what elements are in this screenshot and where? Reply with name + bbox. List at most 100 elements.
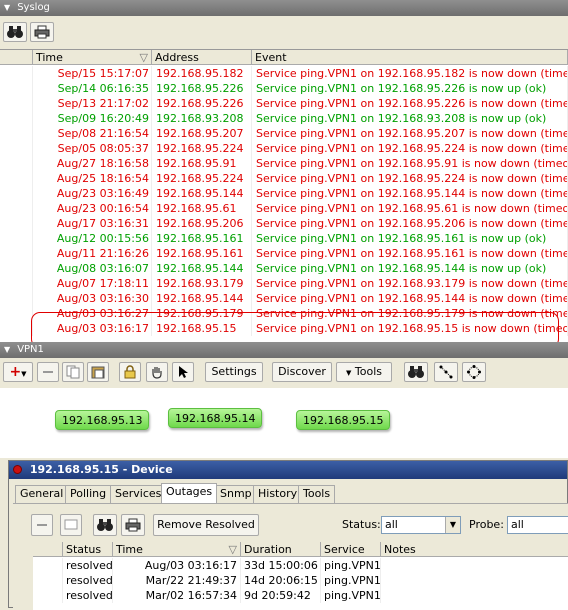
device-node[interactable]: 192.168.95.15	[296, 410, 391, 430]
tab-history[interactable]: History	[253, 485, 303, 503]
column-header-service[interactable]: Service	[321, 542, 381, 557]
address-cell: 192.168.95.206	[152, 216, 252, 231]
time-cell: Aug/17 03:16:31	[33, 216, 152, 231]
table-row[interactable]: Sep/13 21:17:02 192.168.95.226 Service pin…	[0, 96, 568, 111]
table-row[interactable]: resolved Mar/02 16:57:34 9d 20:59:42 ping.V…	[33, 588, 568, 603]
probe-filter-select[interactable]: all	[507, 516, 568, 534]
address-cell: 192.168.95.182	[152, 66, 252, 81]
row-marker	[0, 141, 33, 156]
address-cell: 192.168.95.91	[152, 156, 252, 171]
column-header-time[interactable]: Time ▽	[33, 50, 152, 65]
tab-general[interactable]: General	[15, 485, 69, 503]
settings-button[interactable]: Settings	[205, 362, 263, 382]
print-button[interactable]	[121, 514, 145, 536]
copy-button[interactable]	[62, 362, 84, 382]
tab-polling[interactable]: Polling	[65, 485, 112, 503]
outages-table: Status Time ▽ Duration Service Notes reso…	[33, 542, 568, 610]
discover-button[interactable]: Discover	[272, 362, 332, 382]
table-row[interactable]: Aug/12 00:15:56 192.168.95.161 Service pin…	[0, 231, 568, 246]
vpn-pane-header[interactable]: ▼ VPN1	[0, 342, 568, 358]
table-row[interactable]: Aug/23 00:16:54 192.168.95.61 Service ping…	[0, 201, 568, 216]
collapse-triangle-icon[interactable]: ▼	[4, 0, 14, 16]
service-cell: ping.VPN1	[321, 573, 381, 588]
tab-services[interactable]: Services	[110, 485, 167, 503]
table-row[interactable]: Aug/03 03:16:30 192.168.95.144 Service pin…	[0, 291, 568, 306]
syslog-table-header: Time ▽ Address Event	[0, 50, 568, 65]
paste-button[interactable]	[87, 362, 109, 382]
remove-resolved-button[interactable]: Remove Resolved	[153, 514, 259, 536]
pointer-icon	[179, 366, 188, 378]
syslog-toolbar	[0, 16, 568, 49]
syslog-title: Syslog	[17, 2, 50, 13]
row-marker	[0, 171, 33, 186]
table-row[interactable]: Sep/09 16:20:49 192.168.93.208 Service pin…	[0, 111, 568, 126]
vpn-map-canvas[interactable]: 192.168.95.13 192.168.95.14 192.168.95.1…	[0, 388, 568, 458]
address-cell: 192.168.93.208	[152, 111, 252, 126]
address-cell: 192.168.93.179	[152, 276, 252, 291]
find-button[interactable]	[404, 362, 428, 382]
tools-label: Tools	[354, 365, 382, 378]
table-row[interactable]: Aug/07 17:18:11 192.168.93.179 Service pin…	[0, 276, 568, 291]
column-header-notes[interactable]: Notes	[381, 542, 568, 557]
row-marker-header	[0, 50, 33, 65]
event-cell: Service ping.VPN1 on 192.168.95.61 is no…	[252, 201, 568, 216]
row-marker	[0, 126, 33, 141]
table-row[interactable]: Sep/08 21:16:54 192.168.95.207 Service pin…	[0, 126, 568, 141]
tab-outages[interactable]: Outages	[161, 483, 218, 503]
table-row[interactable]: resolved Mar/22 21:49:37 14d 20:06:15 ping.…	[33, 573, 568, 588]
print-button[interactable]	[30, 22, 54, 42]
event-cell: Service ping.VPN1 on 192.168.95.161 is n…	[252, 246, 568, 261]
table-row[interactable]: Aug/27 18:16:58 192.168.95.91 Service ping…	[0, 156, 568, 171]
table-row[interactable]: Sep/14 06:16:35 192.168.95.226 Service pin…	[0, 81, 568, 96]
column-header-time[interactable]: Time ▽	[113, 542, 241, 557]
tools-menu-button[interactable]: ▼ Tools	[336, 362, 392, 382]
remove-outage-button[interactable]	[31, 514, 53, 536]
column-header-status[interactable]: Status	[63, 542, 113, 557]
comment-button[interactable]	[60, 514, 82, 536]
address-cell: 192.168.95.226	[152, 96, 252, 111]
time-cell: Mar/02 16:57:34	[113, 588, 241, 603]
collapse-triangle-icon[interactable]: ▼	[4, 342, 14, 358]
syslog-table: Time ▽ Address Event Sep/15 15:17:07 192.1…	[0, 49, 568, 342]
pan-button[interactable]	[146, 362, 168, 382]
row-marker	[0, 306, 33, 321]
table-row[interactable]: Aug/17 03:16:31 192.168.95.206 Service pin…	[0, 216, 568, 231]
device-node[interactable]: 192.168.95.14	[168, 408, 263, 428]
time-cell: Aug/12 00:15:56	[33, 231, 152, 246]
status-filter-select[interactable]: all ▼	[381, 516, 461, 534]
lock-button[interactable]	[119, 362, 141, 382]
copy-icon	[66, 365, 80, 379]
select-button[interactable]	[172, 362, 194, 382]
find-button[interactable]	[3, 22, 27, 42]
chevron-down-icon: ▼	[346, 369, 352, 377]
add-button[interactable]: +▼	[3, 362, 33, 382]
table-row[interactable]: Sep/05 08:05:37 192.168.95.224 Service pin…	[0, 141, 568, 156]
row-marker	[0, 81, 33, 96]
address-cell: 192.168.95.144	[152, 291, 252, 306]
notes-cell	[381, 558, 568, 573]
time-cell: Aug/03 03:16:17	[113, 558, 241, 573]
tab-snmp[interactable]: Snmp	[215, 485, 257, 503]
device-node[interactable]: 192.168.95.13	[55, 410, 150, 430]
column-header-event[interactable]: Event	[252, 50, 568, 65]
table-row[interactable]: Aug/23 03:16:49 192.168.95.144 Service pin…	[0, 186, 568, 201]
layout-button[interactable]	[434, 362, 458, 382]
table-row[interactable]: Aug/11 21:16:26 192.168.95.161 Service pin…	[0, 246, 568, 261]
table-row[interactable]: resolved Aug/03 03:16:17 33d 15:00:06 ping.…	[33, 558, 568, 573]
remove-button[interactable]	[37, 362, 59, 382]
chevron-down-icon[interactable]: ▼	[445, 517, 460, 533]
table-row[interactable]: Aug/25 18:16:54 192.168.95.224 Service pin…	[0, 171, 568, 186]
duration-cell: 9d 20:59:42	[241, 588, 321, 603]
column-header-duration[interactable]: Duration	[241, 542, 321, 557]
tab-tools[interactable]: Tools	[298, 485, 336, 503]
table-row[interactable]: Aug/08 03:16:07 192.168.95.144 Service pin…	[0, 261, 568, 276]
table-row[interactable]: Sep/15 15:17:07 192.168.95.182 Service pin…	[0, 66, 568, 81]
find-button[interactable]	[93, 514, 117, 536]
syslog-pane-header[interactable]: ▼ Syslog	[0, 0, 568, 16]
time-cell: Sep/09 16:20:49	[33, 111, 152, 126]
time-cell: Aug/23 00:16:54	[33, 201, 152, 216]
binoculars-icon	[7, 26, 23, 38]
device-window-titlebar[interactable]: 192.168.95.15 - Device	[9, 461, 567, 479]
circular-layout-button[interactable]	[462, 362, 486, 382]
column-header-address[interactable]: Address	[152, 50, 252, 65]
